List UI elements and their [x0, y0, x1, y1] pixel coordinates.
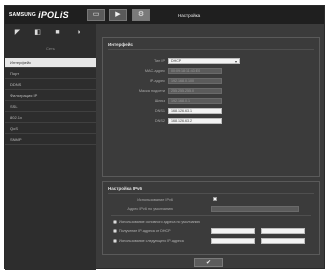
ipv6-option-manual-radio[interactable]	[113, 239, 117, 243]
settings-icon: ⚙	[137, 11, 145, 18]
sidebar-caption: Сеть	[46, 46, 55, 51]
gateway-label: Шлюз	[154, 99, 165, 103]
sidebar-item-snmp[interactable]: SNMP	[5, 135, 96, 145]
top-bar: SAMSUNG iPOLiS ▭ ▶ ⚙ Настройка	[5, 6, 324, 24]
sidebar-icon-bar: ◤ ◧ ■ ◑	[5, 24, 96, 42]
apply-button[interactable]: ✔	[194, 258, 223, 267]
ip-type-label: Тип IP	[154, 59, 165, 63]
ipv6-option-default-label: Использование основного адреса по умолча…	[119, 220, 201, 224]
ipv6-use-checkbox[interactable]	[213, 197, 217, 201]
logo-brand: SAMSUNG	[9, 12, 36, 18]
ipv6-manual-input[interactable]	[211, 238, 255, 244]
ipv6-option-dhcp-label: Получение IP-адреса от DHCP	[119, 229, 171, 233]
sidebar-item-interface[interactable]: Интерфейс	[5, 58, 96, 68]
sidebar-item-ddns[interactable]: DDNS	[5, 80, 96, 90]
ipv6-option-manual-label: Использование следующего IP-адреса	[119, 239, 184, 243]
sidebar-item-qos[interactable]: QoS	[5, 124, 96, 134]
ipv6-dhcp-input-2[interactable]	[261, 228, 305, 234]
network-icon[interactable]: ◧	[33, 28, 42, 37]
monitor-icon: ▭	[92, 11, 100, 18]
dns1-label: DNS1	[154, 109, 165, 113]
ip-address-field: 192.168.0.100	[168, 78, 222, 84]
ipv6-use-label: Использование IPv6	[137, 198, 173, 202]
app-window: SAMSUNG iPOLiS ▭ ▶ ⚙ Настройка ◤ ◧ ■ ◑ С…	[4, 5, 325, 270]
subnet-mask-field: 255.255.255.0	[168, 88, 222, 94]
interface-title: Интерфейс	[108, 42, 134, 47]
gateway-field: 192.168.0.1	[168, 98, 222, 104]
sidebar: ◤ ◧ ■ ◑ Сеть Интерфейс Порт DDNS Фильтра…	[5, 24, 96, 270]
divider	[108, 49, 314, 50]
divider	[111, 215, 311, 216]
playback-button[interactable]: ▶	[109, 9, 127, 21]
sidebar-item-8021x[interactable]: 802.1x	[5, 113, 96, 123]
interface-panel: Интерфейс Тип IP DHCP ▾ MAC-адрес 00:09:…	[102, 37, 320, 177]
mac-address-label: MAC-адрес	[144, 69, 165, 73]
ip-type-select[interactable]: DHCP ▾	[168, 58, 240, 64]
checkmark-icon: ✔	[205, 260, 212, 266]
subnet-mask-label: Маска подсети	[138, 89, 165, 93]
dns2-label: DNS2	[154, 119, 165, 123]
ipv6-option-default-radio[interactable]	[113, 220, 117, 224]
system-icon[interactable]: ◑	[74, 28, 83, 37]
logo: SAMSUNG iPOLiS	[9, 10, 69, 20]
ipv6-manual-input-2[interactable]	[261, 238, 305, 244]
ipv6-panel: Настройка IPv6 Использование IPv6 Адрес …	[102, 181, 320, 255]
playback-icon: ▶	[115, 11, 121, 18]
mac-address-field: 00:09:18:11:43:E0	[168, 68, 222, 74]
video-icon[interactable]: ◤	[13, 28, 22, 37]
chevron-down-icon: ▾	[234, 59, 237, 64]
ipv6-default-label: Адрес IPv6 по умолчанию	[127, 207, 173, 211]
ipv6-dhcp-input[interactable]	[211, 228, 255, 234]
sidebar-item-ip-filter[interactable]: Фильтрация IP	[5, 91, 96, 101]
ip-type-value: DHCP	[171, 59, 182, 63]
ipv6-option-dhcp-radio[interactable]	[113, 229, 117, 233]
event-icon[interactable]: ■	[53, 28, 62, 37]
dns2-input[interactable]: 168.126.63.2	[168, 118, 222, 124]
ipv6-default-field	[211, 206, 299, 212]
sidebar-item-ssl[interactable]: SSL	[5, 102, 96, 112]
monitor-button[interactable]: ▭	[87, 9, 105, 21]
ipv6-title: Настройка IPv6	[108, 186, 142, 191]
ip-address-label: IP-адрес	[149, 79, 165, 83]
page-title: Настройка	[178, 13, 201, 18]
logo-product: iPOLiS	[38, 10, 69, 20]
dns1-input[interactable]: 168.126.63.1	[168, 108, 222, 114]
sidebar-item-port[interactable]: Порт	[5, 69, 96, 79]
settings-button[interactable]: ⚙	[132, 9, 150, 21]
divider	[108, 193, 314, 194]
